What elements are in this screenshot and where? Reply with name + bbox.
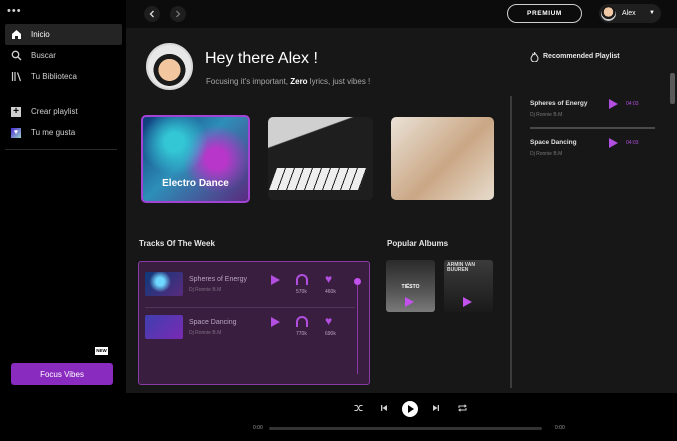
play-icon[interactable]	[271, 275, 280, 285]
recommended-track-artist: Dj Ronnie B.M	[530, 151, 563, 157]
track-name: Space Dancing	[189, 319, 237, 326]
recommended-track-time: 04:03	[626, 140, 639, 146]
time-total: 0:00	[555, 425, 565, 431]
listens-count: 570k	[296, 289, 307, 295]
sidebar-divider	[5, 149, 117, 150]
track-thumbnail	[145, 272, 183, 296]
headphones-icon	[296, 274, 308, 285]
play-icon[interactable]	[463, 297, 472, 307]
album-cover-text: ARMIN VAN BUUREN	[447, 262, 475, 273]
new-badge: NEW	[95, 347, 108, 355]
heart-icon[interactable]: ♥	[325, 315, 332, 327]
progress-bar[interactable]	[269, 427, 542, 430]
sidebar-item-inicio[interactable]: Inicio	[5, 24, 122, 45]
home-icon	[10, 29, 22, 41]
albums-section-title: Popular Albums	[387, 239, 449, 248]
search-icon	[10, 50, 22, 62]
forward-arrow-icon[interactable]	[170, 6, 186, 22]
sidebar-item-buscar[interactable]: Buscar	[5, 45, 122, 66]
user-name: Alex	[622, 10, 636, 17]
track-divider	[145, 307, 355, 308]
recommended-track-time: 04:03	[626, 101, 639, 107]
sidebar-item-label: Crear playlist	[31, 107, 78, 116]
playlist-card-piano[interactable]	[268, 117, 373, 200]
sidebar-item-label: Tu me gusta	[31, 128, 76, 137]
card-label: Electro Dance	[162, 178, 229, 189]
recommended-track-name[interactable]: Space Dancing	[530, 139, 577, 146]
flame-icon	[530, 50, 539, 64]
player-bar	[0, 393, 677, 441]
piano-keys-image	[268, 168, 368, 190]
play-icon[interactable]	[609, 138, 618, 148]
play-icon[interactable]	[405, 297, 414, 307]
tracks-scrollbar[interactable]	[357, 280, 358, 374]
recommended-track-name[interactable]: Spheres of Energy	[530, 100, 587, 107]
recommended-divider	[530, 127, 655, 129]
playlist-card-violin[interactable]	[391, 117, 494, 200]
profile-avatar	[146, 43, 193, 90]
greeting-subtitle: Focusing it's important, Zero lyrics, ju…	[206, 77, 371, 86]
play-pause-button[interactable]	[402, 401, 418, 417]
track-artist: Dj Ronnie B.M	[189, 330, 222, 336]
track-name: Spheres of Energy	[189, 276, 247, 283]
recommended-title: Recommended Playlist	[543, 53, 620, 60]
listens-count: 770k	[296, 331, 307, 337]
heart-icon[interactable]: ♥	[325, 273, 332, 285]
greeting-title: Hey there Alex !	[205, 50, 318, 67]
focus-vibes-button[interactable]: Focus Vibes	[11, 363, 113, 385]
shuffle-icon[interactable]	[354, 404, 363, 414]
back-arrow-icon[interactable]	[144, 6, 160, 22]
sidebar-item-tu-me-gusta[interactable]: ♥ Tu me gusta	[5, 122, 122, 143]
track-row[interactable]: Spheres of Energy Dj Ronnie B.M 570k ♥ 4…	[145, 272, 355, 296]
recommended-track-artist: Dj Ronnie B.M	[530, 112, 563, 118]
menu-dots-icon[interactable]: •••	[7, 6, 22, 17]
sidebar-item-biblioteca[interactable]: Tu Biblioteca	[5, 66, 122, 87]
track-row[interactable]: Space Dancing Dj Ronnie B.M 770k ♥ 690k	[145, 315, 355, 339]
time-current: 0:00	[253, 425, 263, 431]
play-icon[interactable]	[271, 317, 280, 327]
likes-count: 460k	[325, 289, 336, 295]
plus-square-icon: +	[10, 106, 22, 118]
play-icon[interactable]	[609, 99, 618, 109]
sidebar-item-label: Inicio	[31, 30, 50, 39]
tracks-section-title: Tracks Of The Week	[139, 239, 215, 248]
caret-down-icon[interactable]: ▼	[649, 10, 655, 16]
library-icon	[10, 71, 22, 83]
previous-icon[interactable]	[380, 404, 388, 414]
headphones-icon	[296, 316, 308, 327]
repeat-icon[interactable]	[458, 404, 467, 414]
playlist-card-electro-dance[interactable]: Electro Dance	[141, 115, 250, 203]
album-card[interactable]: ARMIN VAN BUUREN	[444, 260, 493, 312]
sidebar: ••• Inicio Buscar Tu Biblioteca + Crear …	[0, 0, 126, 393]
liked-heart-icon: ♥	[10, 127, 22, 139]
tracks-scroll-thumb[interactable]	[354, 278, 361, 285]
track-thumbnail	[145, 315, 183, 339]
next-icon[interactable]	[432, 404, 440, 414]
album-cover-text: TIËSTO	[401, 284, 420, 290]
sidebar-item-label: Buscar	[31, 51, 56, 60]
panel-divider	[510, 96, 512, 388]
track-artist: Dj Ronnie B.M	[189, 287, 222, 293]
sidebar-item-label: Tu Biblioteca	[31, 72, 77, 81]
main-scrollbar[interactable]	[670, 73, 675, 104]
likes-count: 690k	[325, 331, 336, 337]
premium-button[interactable]: PREMIUM	[507, 4, 582, 23]
sidebar-item-crear-playlist[interactable]: + Crear playlist	[5, 101, 122, 122]
top-bar: PREMIUM Alex	[126, 0, 677, 28]
avatar	[601, 6, 616, 21]
album-card[interactable]: TIËSTO	[386, 260, 435, 312]
